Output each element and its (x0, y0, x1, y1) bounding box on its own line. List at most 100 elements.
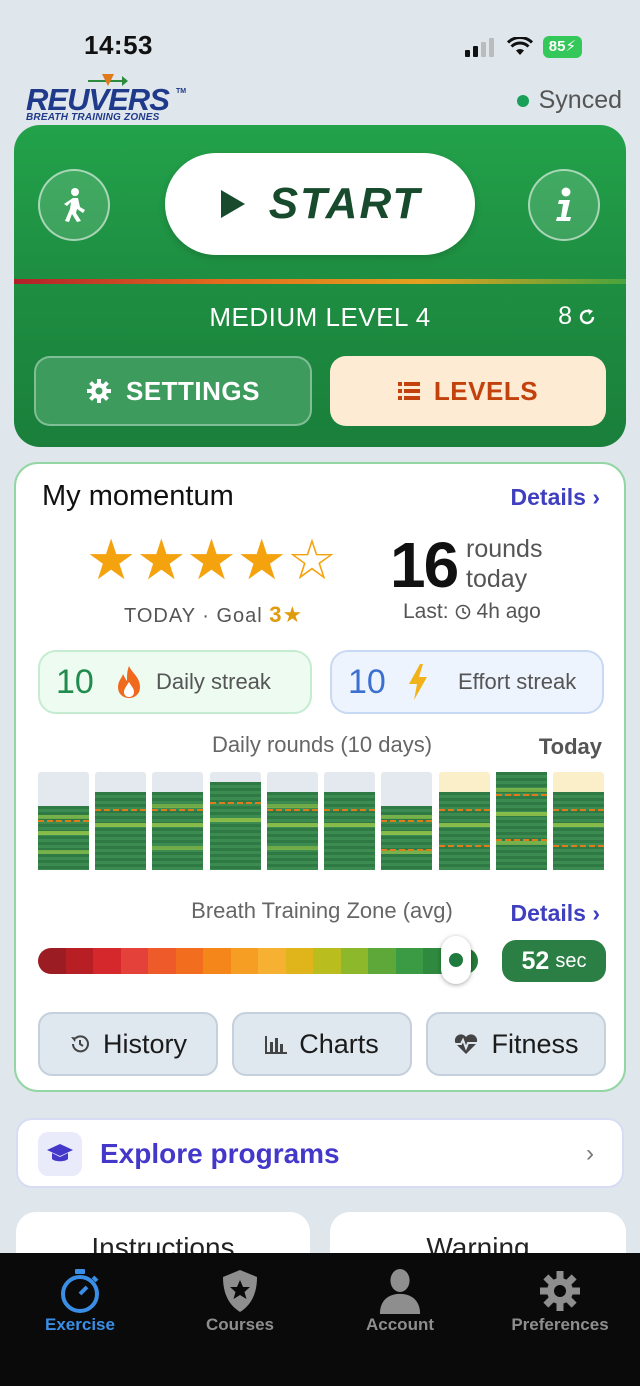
chart-bar-stripe (381, 831, 433, 835)
chart-bar (324, 772, 376, 870)
momentum-details-link[interactable]: Details › (511, 484, 600, 511)
zone-segment (203, 948, 231, 974)
chart-bar (152, 772, 204, 870)
today-goal-label: TODAY · Goal (124, 605, 263, 627)
tab-courses-label: Courses (205, 1315, 275, 1334)
tab-preferences-label: Preferences (511, 1315, 609, 1334)
chart-bar-stripe (266, 846, 318, 850)
chart-bar-stripe (495, 788, 547, 792)
start-label: START (268, 179, 422, 228)
zone-slider-handle[interactable] (441, 936, 471, 984)
zone-segment (120, 948, 148, 974)
accent-divider (14, 279, 626, 284)
levels-button[interactable]: LEVELS (330, 356, 606, 426)
bottom-tab-bar: Exercise Courses Account Preferences (0, 1253, 640, 1386)
chart-bar-fill (95, 792, 147, 870)
start-button[interactable]: START (165, 153, 475, 255)
chart-bar (209, 772, 261, 870)
star-empty-icon: ☆ (286, 528, 338, 591)
app-logo: REUVERS TM BREATH TRAINING ZONES (26, 74, 186, 124)
star-filled-icon: ★ (186, 528, 237, 591)
chart-bar-target-line (381, 820, 433, 822)
zone-value-badge: 52 sec (502, 940, 606, 982)
gear-icon (86, 379, 111, 403)
chart-bar (553, 772, 604, 870)
zone-segment (230, 948, 258, 974)
chart-bar-target-line (495, 839, 547, 841)
chart-bar-stripe (495, 812, 547, 816)
rounds-today-count: 16 (390, 529, 459, 601)
zone-details-link[interactable]: Details › (511, 900, 600, 927)
chart-bar-target-line (209, 802, 261, 804)
play-icon (220, 190, 245, 218)
zone-segment (175, 948, 203, 974)
charts-label: Charts (299, 1028, 379, 1059)
explore-programs-button[interactable]: Explore programs › (16, 1118, 624, 1188)
status-time: 14:53 (84, 30, 153, 60)
last-session: Last: 4h ago (403, 600, 541, 624)
stopwatch-icon (58, 1267, 102, 1315)
chart-bar (38, 772, 89, 870)
flame-icon (118, 666, 140, 698)
daily-streak-value: 10 (56, 662, 94, 701)
star-filled-icon: ★ (136, 528, 187, 591)
info-button[interactable] (528, 169, 600, 241)
list-icon (397, 382, 420, 400)
chart-bar-stripe (95, 823, 147, 827)
goal-value: 3★ (269, 602, 304, 627)
info-icon (556, 187, 571, 221)
person-icon (378, 1267, 422, 1315)
last-label: Last: (403, 600, 449, 623)
zone-segment (258, 948, 286, 974)
chart-bar-stripe (553, 823, 604, 827)
star-filled-icon: ★ (86, 528, 137, 591)
last-value: 4h ago (476, 600, 541, 623)
chart-bar-target-line (438, 845, 490, 847)
shield-star-icon (218, 1267, 262, 1315)
zone-segment (313, 948, 341, 974)
daily-streak-label: Daily streak (156, 669, 271, 694)
heart-pulse-icon (455, 1034, 478, 1054)
history-button[interactable]: History (38, 1012, 218, 1076)
chart-bar-fill (324, 792, 376, 870)
level-rounds: 8 (558, 302, 596, 331)
chart-bar (266, 772, 318, 870)
cellular-signal-icon (464, 38, 494, 57)
rounds-today-label: rounds today (466, 535, 543, 593)
chart-bar-target-line (553, 845, 604, 847)
walking-person-icon (64, 188, 85, 222)
graduation-cap-icon (38, 1132, 82, 1176)
tab-exercise[interactable]: Exercise (0, 1253, 160, 1386)
daily-streak-chip: 10 Daily streak (38, 650, 312, 714)
chart-bar-stripe (38, 850, 89, 854)
current-level: MEDIUM LEVEL 4 (209, 302, 431, 332)
momentum-card: My momentum Details › ★ ★ ★ ★ ☆ TODAY · Goal… (14, 462, 626, 1092)
walk-mode-button[interactable] (38, 169, 110, 241)
history-label: History (102, 1028, 187, 1059)
wifi-icon (506, 37, 533, 55)
chart-bar-fill (553, 792, 604, 870)
chart-bar-stripe (152, 846, 204, 850)
settings-button[interactable]: SETTINGS (34, 356, 312, 426)
tab-preferences[interactable]: Preferences (480, 1253, 640, 1386)
sync-status: Synced (516, 86, 622, 115)
charts-button[interactable]: Charts (232, 1012, 412, 1076)
tab-account[interactable]: Account (320, 1253, 480, 1386)
chart-bar-stripe (495, 841, 547, 845)
chart-bar (495, 772, 547, 870)
tab-courses[interactable]: Courses (160, 1253, 320, 1386)
lightning-icon (409, 664, 427, 700)
rounds-count: 8 (558, 302, 572, 330)
chart-bar-target-line (38, 820, 89, 822)
status-icons: 85⚡ (464, 36, 582, 58)
explore-programs-label: Explore programs (100, 1138, 340, 1169)
chart-bar-target-line (152, 809, 204, 811)
chart-bar-fill (438, 792, 490, 870)
star-filled-icon: ★ (236, 528, 287, 591)
status-bar: 14:53 85⚡ (0, 0, 640, 84)
history-icon (70, 1035, 89, 1053)
fitness-button[interactable]: Fitness (426, 1012, 606, 1076)
chart-bar-target-line (438, 809, 490, 811)
settings-label: SETTINGS (125, 375, 260, 406)
momentum-title: My momentum (42, 480, 234, 512)
